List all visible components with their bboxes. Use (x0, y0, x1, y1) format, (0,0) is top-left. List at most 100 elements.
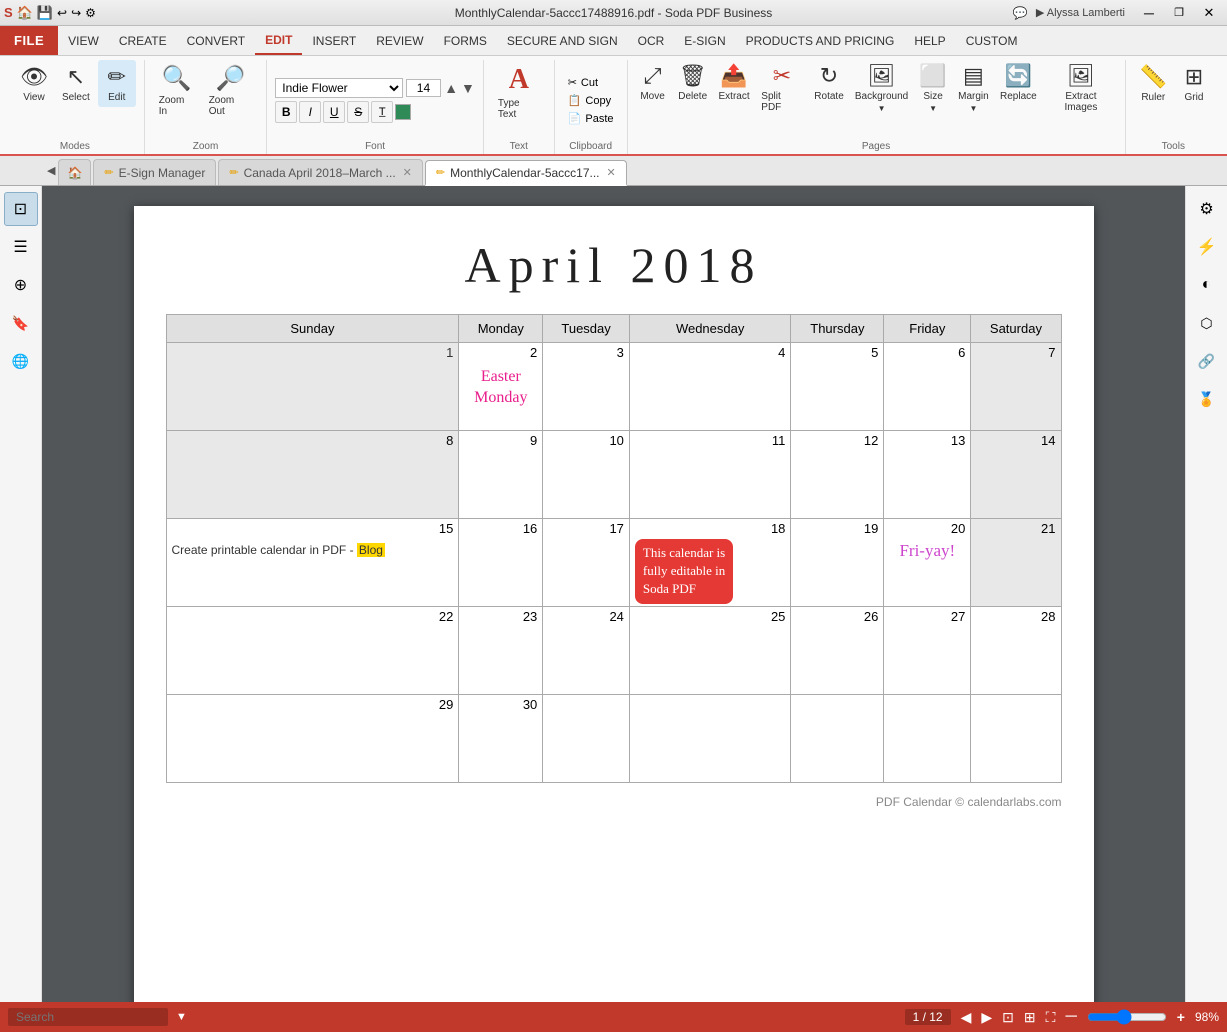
next-page-btn[interactable]: ▶ (981, 1009, 992, 1026)
day-12: 12 (791, 431, 884, 519)
blog-highlight: Blog (357, 543, 385, 557)
day-empty-3 (791, 695, 884, 783)
rotate-btn[interactable]: ↻ Rotate (810, 60, 849, 105)
two-page-btn[interactable]: ⊞ (1024, 1009, 1036, 1026)
zoom-out-btn[interactable]: 🔎 Zoom Out (203, 60, 259, 121)
undo-icon[interactable]: ↩ (57, 6, 67, 20)
fit-page-btn[interactable]: ⊡ (1002, 1009, 1014, 1026)
paste-btn[interactable]: 📄 Paste (563, 110, 619, 127)
day-19: 19 (791, 519, 884, 607)
ruler-btn[interactable]: 📏 Ruler (1134, 60, 1173, 107)
search-dropdown-icon[interactable]: ▼ (176, 1011, 187, 1023)
type-text-icon: A (509, 64, 529, 96)
chat-icon[interactable]: 💬 (1013, 6, 1028, 20)
background-btn[interactable]: 🖼 Background ▼ (850, 60, 912, 116)
replace-btn[interactable]: 🔄 Replace (995, 60, 1041, 105)
search-input[interactable] (8, 1008, 168, 1026)
grid-btn[interactable]: ⊞ Grid (1175, 60, 1213, 107)
minimize-btn[interactable]: ─ (1135, 3, 1163, 23)
panel-bookmarks-btn[interactable]: 🔖 (4, 306, 38, 340)
edit-btn[interactable]: ✏ Edit (98, 60, 136, 107)
panel-thumbnail-btn[interactable]: ⊡ (4, 192, 38, 226)
panel-web-btn[interactable]: 🌐 (4, 344, 38, 378)
menu-view[interactable]: VIEW (58, 26, 109, 55)
extract-images-btn[interactable]: 🖼 Extract Images (1043, 60, 1118, 116)
color-box[interactable] (395, 104, 411, 120)
panel-list-btn[interactable]: ☰ (4, 230, 38, 264)
view-btn[interactable]: 👁 View (14, 60, 54, 107)
copy-btn[interactable]: 📋 Copy (563, 92, 616, 109)
menu-edit[interactable]: EDIT (255, 26, 302, 55)
monthly-tab-close[interactable]: ✕ (607, 166, 616, 179)
home-tab-icon: 🏠 (67, 166, 82, 180)
day-2: 2 EasterMonday (459, 343, 543, 431)
pdf-viewer: April 2018 Sunday Monday Tuesday Wednesd… (42, 186, 1185, 1002)
size-btn[interactable]: ⬜ Size ▼ (915, 60, 952, 116)
home-icon[interactable]: 🏠 (17, 5, 33, 21)
calendar-header-row: Sunday Monday Tuesday Wednesday Thursday… (166, 315, 1061, 343)
settings-icon[interactable]: ⚙ (85, 6, 96, 20)
day-4: 4 (629, 343, 791, 431)
redo-icon[interactable]: ↪ (71, 6, 81, 20)
text-color-btn[interactable]: T̲ (371, 101, 393, 123)
file-menu-btn[interactable]: FILE (0, 26, 58, 55)
right-tools-btn[interactable]: ⚙ (1190, 192, 1224, 226)
right-effects-btn[interactable]: ⚡ (1190, 230, 1224, 264)
menu-insert[interactable]: INSERT (302, 26, 366, 55)
underline-btn[interactable]: U (323, 101, 345, 123)
menu-convert[interactable]: CONVERT (177, 26, 255, 55)
strikethrough-btn[interactable]: S (347, 101, 369, 123)
tab-esign-manager[interactable]: ✏ E-Sign Manager (93, 159, 216, 185)
italic-btn[interactable]: I (299, 101, 321, 123)
font-family-select[interactable]: Indie Flower (275, 78, 402, 98)
panel-layers-btn[interactable]: ⊕ (4, 268, 38, 302)
close-btn[interactable]: ✕ (1195, 3, 1223, 23)
zoom-out-status-btn[interactable]: ─ (1065, 1008, 1076, 1026)
extract-btn[interactable]: 📤 Extract (714, 60, 754, 105)
margin-btn[interactable]: ▤ Margin ▼ (953, 60, 993, 116)
right-link-btn[interactable]: 🔗 (1190, 344, 1224, 378)
modes-label: Modes (14, 141, 136, 154)
tab-monthly-calendar[interactable]: ✏ MonthlyCalendar-5accc17... ✕ (425, 160, 627, 186)
zoom-in-icon: 🔍 (162, 64, 192, 93)
titlebar-controls: 💬 ▶ Alyssa Lamberti ─ ❐ ✕ (1013, 3, 1223, 23)
tab-home[interactable]: 🏠 (58, 159, 91, 185)
font-size-up-icon[interactable]: ▲ (444, 80, 458, 96)
zoom-in-status-btn[interactable]: + (1177, 1009, 1185, 1025)
calendar-table: Sunday Monday Tuesday Wednesday Thursday… (166, 314, 1062, 783)
menu-forms[interactable]: FORMS (434, 26, 497, 55)
fullscreen-btn[interactable]: ⛶ (1046, 1009, 1056, 1026)
delete-btn[interactable]: 🗑 Delete (674, 60, 712, 105)
menu-ocr[interactable]: OCR (628, 26, 675, 55)
user-label[interactable]: ▶ Alyssa Lamberti (1036, 6, 1125, 19)
menu-products[interactable]: PRODUCTS AND PRICING (736, 26, 905, 55)
zoom-in-btn[interactable]: 🔍 Zoom In (153, 60, 201, 121)
zoom-slider[interactable] (1087, 1009, 1167, 1025)
save-icon[interactable]: 💾 (37, 5, 53, 21)
split-pdf-btn[interactable]: ✂ Split PDF (756, 60, 807, 116)
move-btn[interactable]: ⤢ Move (634, 60, 672, 105)
menu-review[interactable]: REVIEW (366, 26, 433, 55)
tab-canada[interactable]: ✏ Canada April 2018–March ... ✕ (218, 159, 423, 185)
scroll-left-arrow[interactable]: ◀ (44, 156, 58, 185)
menu-esign[interactable]: E-SIGN (674, 26, 735, 55)
bold-btn[interactable]: B (275, 101, 297, 123)
menu-secure[interactable]: SECURE AND SIGN (497, 26, 628, 55)
menu-custom[interactable]: CUSTOM (956, 26, 1028, 55)
select-btn[interactable]: ↖ Select (56, 60, 96, 107)
prev-page-btn[interactable]: ◀ (961, 1009, 972, 1026)
type-text-btn[interactable]: A Type Text (492, 60, 546, 124)
menu-help[interactable]: HELP (904, 26, 955, 55)
maximize-btn[interactable]: ❐ (1165, 3, 1193, 23)
right-shape-btn[interactable]: ⬡ (1190, 306, 1224, 340)
edit-icon: ✏ (108, 64, 126, 90)
menu-create[interactable]: CREATE (109, 26, 177, 55)
calendar-footer: PDF Calendar © calendarlabs.com (166, 795, 1062, 809)
font-size-input[interactable]: 14 (406, 79, 441, 97)
canada-tab-close[interactable]: ✕ (403, 166, 412, 179)
right-award-btn[interactable]: 🏅 (1190, 382, 1224, 416)
right-color-btn[interactable]: ◐ (1190, 268, 1224, 302)
canada-tab-label: Canada April 2018–March ... (244, 166, 396, 180)
font-size-down-icon[interactable]: ▼ (461, 80, 475, 96)
cut-btn[interactable]: ✂ Cut (563, 74, 603, 91)
